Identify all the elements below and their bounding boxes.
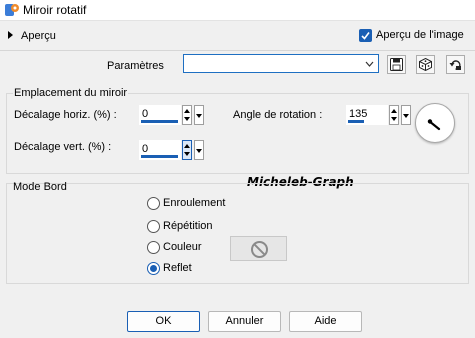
- arrow-down-icon: [391, 117, 397, 121]
- angle-input[interactable]: 135: [346, 105, 388, 125]
- help-button[interactable]: Aide: [289, 311, 362, 332]
- edge-color-swatch[interactable]: [230, 236, 287, 261]
- vshift-label: Décalage vert. (%) :: [14, 141, 112, 153]
- randomize-button[interactable]: [416, 55, 435, 74]
- chevron-down-icon: [403, 114, 409, 118]
- params-dropdown[interactable]: [183, 54, 379, 73]
- radio-enroulement-label[interactable]: Enroulement: [163, 197, 225, 209]
- no-color-icon: [251, 241, 268, 258]
- vshift-slider[interactable]: [141, 155, 178, 158]
- edge-mode-title: Mode Bord: [13, 181, 67, 193]
- chevron-down-icon: [196, 149, 202, 153]
- save-icon: [390, 58, 403, 71]
- vshift-dropdown[interactable]: [194, 140, 204, 160]
- radio-couleur-label[interactable]: Couleur: [163, 241, 202, 253]
- app-icon: [4, 2, 20, 18]
- image-preview-checkbox[interactable]: [359, 29, 372, 42]
- chevron-down-icon: [196, 114, 202, 118]
- angle-stepper[interactable]: 135: [346, 105, 411, 125]
- angle-spin-arrows[interactable]: [389, 105, 399, 125]
- params-label: Paramètres: [107, 60, 164, 72]
- radio-reflet[interactable]: [147, 262, 160, 275]
- hshift-value: 0: [142, 108, 149, 120]
- angle-label: Angle de rotation :: [233, 109, 323, 121]
- edge-mode-group: [6, 183, 469, 284]
- arrow-up-icon: [391, 109, 397, 113]
- hshift-dropdown[interactable]: [194, 105, 204, 125]
- window-title: Miroir rotatif: [23, 3, 87, 17]
- arrow-down-icon: [184, 152, 190, 156]
- radio-reflet-label[interactable]: Reflet: [163, 262, 192, 274]
- checkmark-icon: [361, 32, 370, 40]
- cancel-button[interactable]: Annuler: [208, 311, 281, 332]
- angle-value: 135: [349, 108, 368, 120]
- radio-repetition-label[interactable]: Répétition: [163, 220, 213, 232]
- dice-icon: [419, 58, 432, 71]
- vshift-spin-arrows[interactable]: [182, 140, 192, 160]
- radio-repetition[interactable]: [147, 220, 160, 233]
- save-preset-button[interactable]: [387, 55, 406, 74]
- ok-button[interactable]: OK: [127, 311, 200, 332]
- vshift-value: 0: [142, 143, 149, 155]
- arrow-up-icon: [184, 144, 190, 148]
- hshift-stepper[interactable]: 0: [139, 105, 204, 125]
- separator: [0, 50, 475, 51]
- radio-enroulement[interactable]: [147, 197, 160, 210]
- arrow-up-icon: [184, 109, 190, 113]
- chevron-down-icon: [365, 61, 374, 67]
- expand-arrow-icon: [8, 31, 13, 39]
- radio-couleur[interactable]: [147, 241, 160, 254]
- hshift-spin-arrows[interactable]: [182, 105, 192, 125]
- angle-slider[interactable]: [348, 120, 364, 123]
- arrow-down-icon: [184, 117, 190, 121]
- reset-icon: [449, 60, 461, 70]
- angle-dial-icon: [427, 119, 441, 131]
- hshift-input[interactable]: 0: [139, 105, 181, 125]
- preview-toggle[interactable]: Aperçu: [8, 30, 78, 44]
- title-divider: [0, 20, 475, 21]
- vshift-input[interactable]: 0: [139, 140, 181, 160]
- angle-dial[interactable]: [415, 103, 455, 143]
- vshift-stepper[interactable]: 0: [139, 140, 204, 160]
- reset-button[interactable]: [446, 55, 465, 74]
- image-preview-label: Aperçu de l'image: [376, 29, 464, 41]
- mirror-location-title: Emplacement du miroir: [13, 87, 129, 99]
- hshift-label: Décalage horiz. (%) :: [14, 109, 117, 121]
- preview-label: Aperçu: [21, 30, 56, 42]
- hshift-slider[interactable]: [141, 120, 178, 123]
- angle-dropdown[interactable]: [401, 105, 411, 125]
